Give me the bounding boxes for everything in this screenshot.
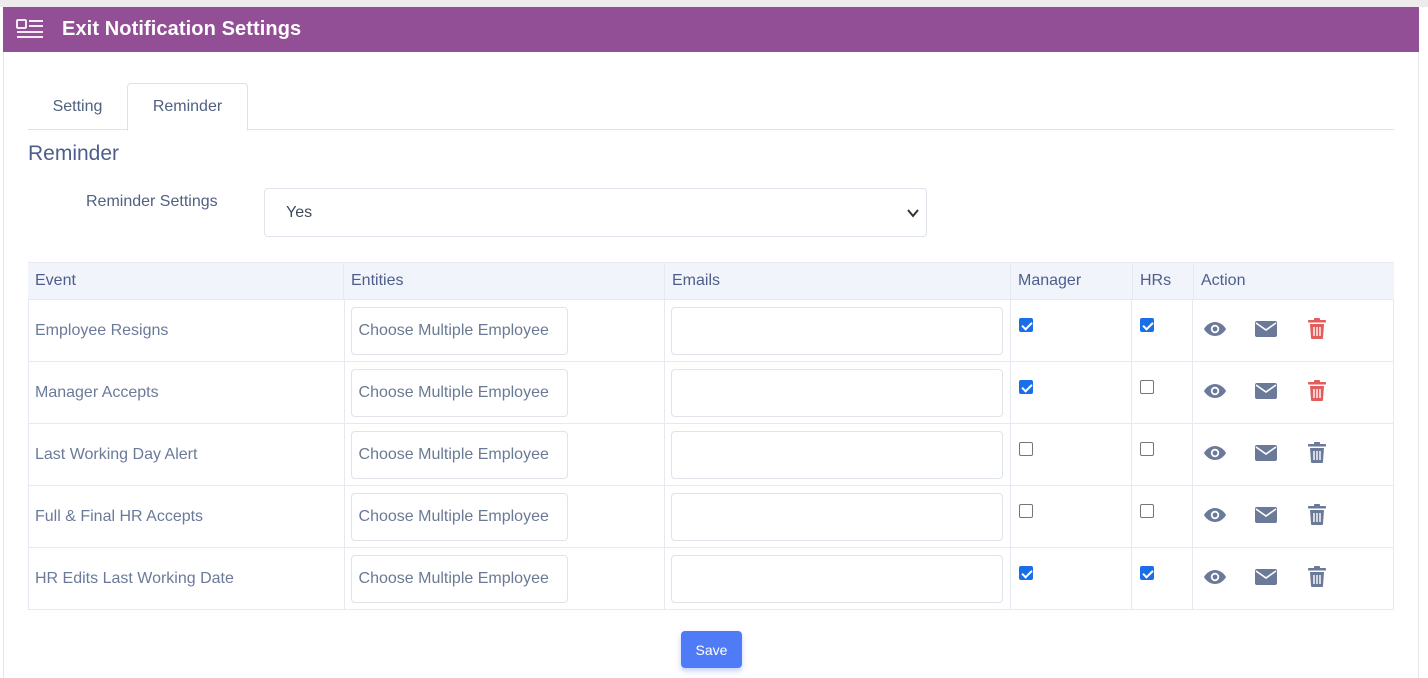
header-event: Event <box>28 263 344 299</box>
emails-cell <box>665 424 1011 485</box>
reminder-table: Event Entities Emails Manager HRs Action… <box>28 262 1394 610</box>
header-emails: Emails <box>665 263 1011 299</box>
header-action: Action <box>1201 272 1246 289</box>
event-name: Last Working Day Alert <box>35 445 198 463</box>
tab-bar: Setting Reminder <box>28 83 1394 131</box>
header-entities: Entities <box>344 263 665 299</box>
entities-cell: Choose Multiple Employee <box>345 548 666 609</box>
table-row: HR Edits Last Working Date Choose Multip… <box>28 548 1394 610</box>
table-header: Event Entities Emails Manager HRs Action <box>28 262 1394 300</box>
emails-cell <box>665 362 1011 423</box>
event-name: Manager Accepts <box>35 383 159 401</box>
action-cell <box>1193 300 1393 361</box>
table-row: Manager Accepts Choose Multiple Employee <box>28 362 1394 424</box>
event-name: HR Edits Last Working Date <box>35 569 234 587</box>
hrs-checkbox[interactable] <box>1140 380 1155 394</box>
emails-cell <box>665 486 1011 547</box>
envelope-icon[interactable] <box>1255 507 1278 523</box>
section-title: Reminder <box>28 142 120 165</box>
event-cell: HR Edits Last Working Date <box>29 548 345 609</box>
hrs-checkbox[interactable] <box>1140 504 1155 518</box>
manager-checkbox[interactable] <box>1018 380 1033 394</box>
manager-checkbox[interactable] <box>1018 318 1033 332</box>
event-name: Full & Final HR Accepts <box>35 507 204 525</box>
page-title: Exit Notification Settings <box>62 18 302 40</box>
eye-icon[interactable] <box>1203 569 1227 585</box>
manager-checkbox[interactable] <box>1018 442 1033 456</box>
reminder-settings-select[interactable]: Yes <box>264 188 927 237</box>
entities-cell: Choose Multiple Employee <box>345 362 666 423</box>
reminder-settings-value: Yes <box>286 203 313 221</box>
hrs-checkbox[interactable] <box>1140 442 1155 456</box>
page-header: Exit Notification Settings <box>3 7 1419 52</box>
table-row: Employee Resigns Choose Multiple Employe… <box>28 300 1394 362</box>
envelope-icon[interactable] <box>1255 383 1278 399</box>
envelope-icon[interactable] <box>1255 569 1278 585</box>
hrs-cell <box>1132 362 1194 423</box>
entities-multiselect[interactable]: Choose Multiple Employee <box>350 368 568 417</box>
trash-icon[interactable] <box>1308 566 1327 587</box>
hrs-checkbox[interactable] <box>1140 318 1155 332</box>
hrs-cell <box>1132 548 1194 609</box>
emails-cell <box>665 300 1011 361</box>
trash-icon[interactable] <box>1308 442 1327 463</box>
event-cell: Manager Accepts <box>29 362 345 423</box>
save-button[interactable]: Save <box>681 631 742 668</box>
hrs-cell <box>1132 300 1194 361</box>
hrs-cell <box>1132 486 1194 547</box>
emails-input[interactable] <box>671 554 1004 603</box>
manager-cell <box>1011 300 1133 361</box>
manager-cell <box>1011 362 1133 423</box>
chevron-down-icon <box>907 209 919 218</box>
emails-input[interactable] <box>671 492 1004 541</box>
trash-icon[interactable] <box>1308 318 1327 339</box>
entities-cell: Choose Multiple Employee <box>345 300 666 361</box>
envelope-icon[interactable] <box>1255 445 1278 461</box>
entities-multiselect[interactable]: Choose Multiple Employee <box>350 492 568 541</box>
event-cell: Employee Resigns <box>29 300 345 361</box>
emails-input[interactable] <box>671 368 1004 417</box>
manager-cell <box>1011 424 1133 485</box>
manager-cell <box>1011 486 1133 547</box>
action-cell <box>1193 424 1393 485</box>
eye-icon[interactable] <box>1203 321 1227 337</box>
eye-icon[interactable] <box>1203 507 1227 523</box>
event-cell: Last Working Day Alert <box>29 424 345 485</box>
manager-cell <box>1011 548 1133 609</box>
emails-input[interactable] <box>671 430 1004 479</box>
action-cell <box>1193 548 1393 609</box>
manager-checkbox[interactable] <box>1018 566 1033 580</box>
trash-icon[interactable] <box>1308 380 1327 401</box>
list-menu-icon <box>16 18 43 38</box>
entities-multiselect[interactable]: Choose Multiple Employee <box>350 430 568 479</box>
entities-multiselect[interactable]: Choose Multiple Employee <box>350 306 568 355</box>
table-row: Last Working Day Alert Choose Multiple E… <box>28 424 1394 486</box>
browser-top-strip <box>0 0 1428 7</box>
header-manager: Manager <box>1011 263 1133 299</box>
emails-input[interactable] <box>671 306 1004 355</box>
eye-icon[interactable] <box>1203 383 1227 399</box>
entities-cell: Choose Multiple Employee <box>345 424 666 485</box>
header-hrs: HRs <box>1133 263 1194 299</box>
hrs-checkbox[interactable] <box>1140 566 1155 580</box>
action-cell <box>1193 486 1393 547</box>
envelope-icon[interactable] <box>1255 321 1278 337</box>
entities-cell: Choose Multiple Employee <box>345 486 666 547</box>
eye-icon[interactable] <box>1203 445 1227 461</box>
emails-cell <box>665 548 1011 609</box>
tab-setting[interactable]: Setting <box>28 83 127 130</box>
action-cell <box>1193 362 1393 423</box>
manager-checkbox[interactable] <box>1018 504 1033 518</box>
trash-icon[interactable] <box>1308 504 1327 525</box>
table-body: Employee Resigns Choose Multiple Employe… <box>28 300 1394 610</box>
event-cell: Full & Final HR Accepts <box>29 486 345 547</box>
table-row: Full & Final HR Accepts Choose Multiple … <box>28 486 1394 548</box>
entities-multiselect[interactable]: Choose Multiple Employee <box>350 554 568 603</box>
event-name: Employee Resigns <box>35 321 169 339</box>
hrs-cell <box>1132 424 1194 485</box>
reminder-settings-label: Reminder Settings <box>86 193 218 210</box>
tab-reminder[interactable]: Reminder <box>127 83 248 131</box>
